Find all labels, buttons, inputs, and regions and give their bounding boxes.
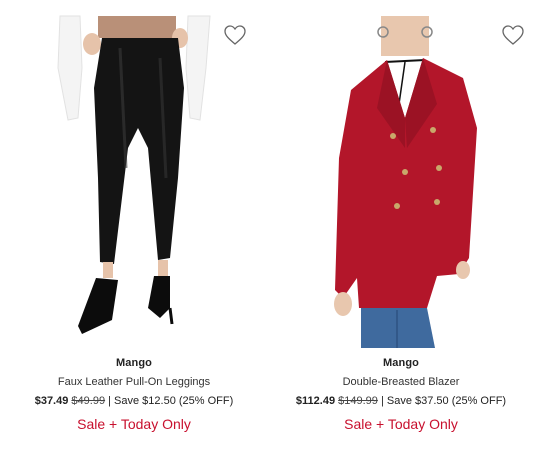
price-line: $112.49 $149.99 | Save $37.50 (25% OFF) [267, 394, 535, 408]
savings-text: | Save $12.50 (25% OFF) [108, 395, 234, 407]
promo-badge: Sale + Today Only [344, 416, 458, 432]
promo-badge: Sale + Today Only [77, 416, 191, 432]
product-info: Mango Double-Breasted Blazer $112.49 $14… [267, 356, 535, 433]
product-brand: Mango [116, 357, 152, 369]
price-line: $37.49 $49.99 | Save $12.50 (25% OFF) [0, 394, 268, 408]
product-card[interactable]: Mango Double-Breasted Blazer $112.49 $14… [267, 0, 535, 454]
savings-text: | Save $37.50 (25% OFF) [380, 395, 507, 407]
favorite-heart-icon[interactable] [501, 24, 525, 46]
sale-price: $37.49 [34, 395, 69, 407]
original-price: $149.99 [338, 395, 378, 407]
product-grid: Mango Faux Leather Pull-On Leggings $37.… [0, 0, 535, 454]
product-name[interactable]: Faux Leather Pull-On Leggings [0, 375, 268, 389]
original-price: $49.99 [71, 395, 106, 407]
favorite-heart-icon[interactable] [223, 24, 247, 46]
product-brand: Mango [383, 357, 419, 369]
product-name[interactable]: Double-Breasted Blazer [267, 375, 535, 389]
product-card[interactable]: Mango Faux Leather Pull-On Leggings $37.… [0, 0, 268, 454]
sale-price: $112.49 [295, 395, 336, 407]
product-image[interactable] [20, 8, 248, 348]
product-image[interactable] [287, 8, 515, 348]
product-info: Mango Faux Leather Pull-On Leggings $37.… [0, 356, 268, 433]
